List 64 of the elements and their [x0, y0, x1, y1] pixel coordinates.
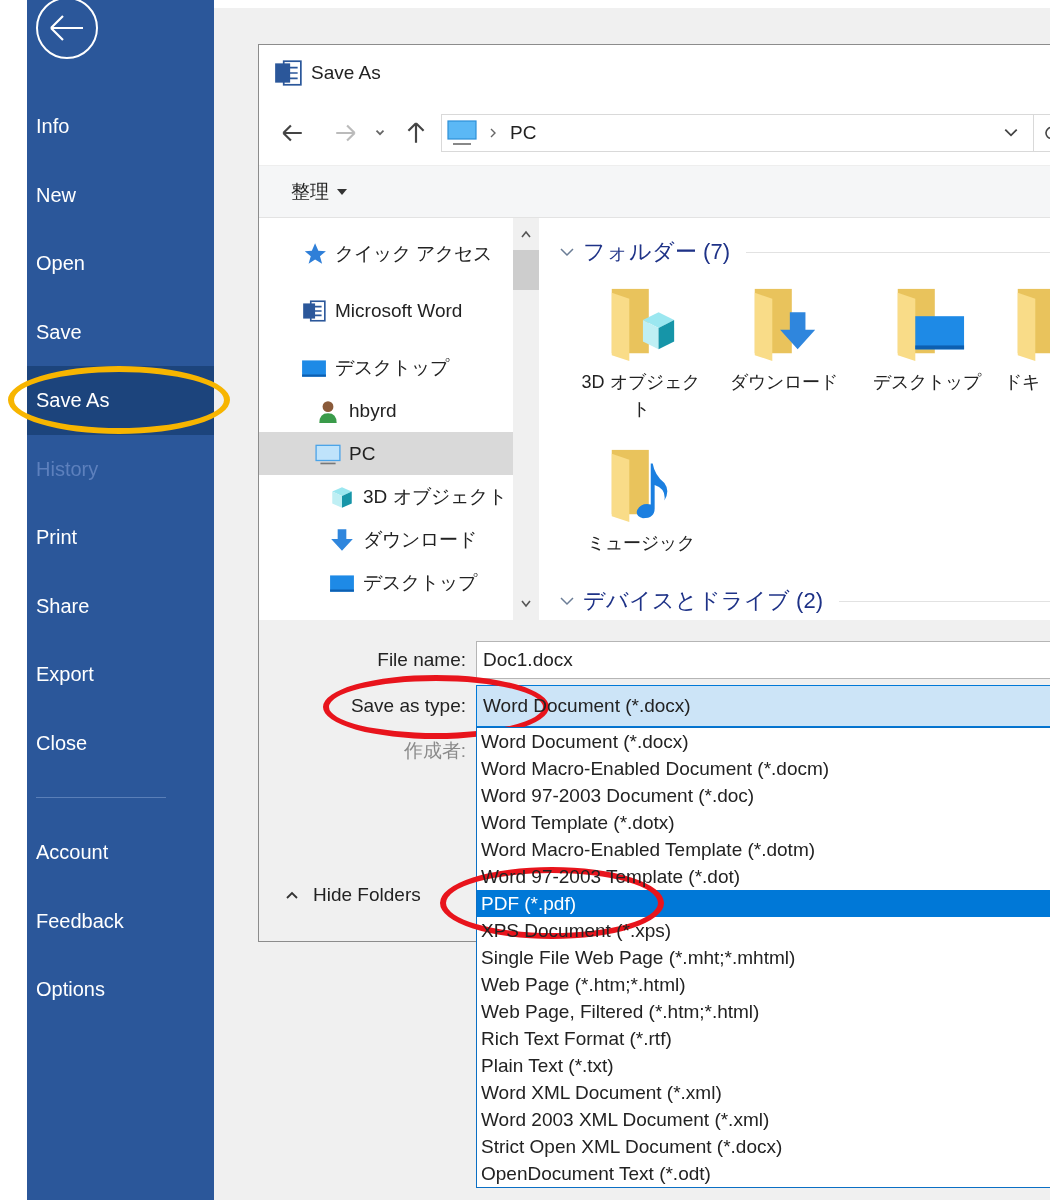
sidebar-item[interactable]: Info [27, 92, 214, 161]
folder-tree-item[interactable]: Microsoft Word [259, 289, 513, 332]
group-header: フォルダー (7) [583, 238, 730, 266]
sidebar-item[interactable]: New [27, 160, 214, 229]
file-type-option[interactable]: Word Document (*.docx) [477, 728, 1050, 755]
folder-tile[interactable]: デスクトップ [855, 272, 998, 433]
sidebar-item[interactable]: Share [27, 571, 214, 640]
folder-tree-item[interactable]: ダウンロード [259, 518, 513, 561]
dialog-title: Save As [311, 61, 381, 84]
file-type-option[interactable]: Word 97-2003 Document (*.doc) [477, 782, 1050, 809]
folder-tree-item[interactable]: クイック アクセス [259, 232, 513, 275]
dropdown-chevron-icon[interactable] [1003, 126, 1019, 139]
file-type-option[interactable]: Plain Text (*.txt) [477, 1052, 1050, 1079]
hide-folders-button[interactable]: Hide Folders [281, 882, 425, 908]
file-type-option[interactable]: Web Page (*.htm;*.html) [477, 971, 1050, 998]
caret-icon [337, 188, 347, 195]
folder-tree-item[interactable]: デスクトップ [259, 561, 513, 604]
sidebar-item[interactable]: Feedback [27, 886, 214, 955]
folder-tile[interactable]: ダウンロード [712, 272, 855, 433]
document-icon [273, 57, 303, 88]
file-type-option[interactable]: Word 2003 XML Document (*.xml) [477, 1106, 1050, 1133]
field-label: File name: [376, 649, 467, 671]
sidebar-item[interactable]: Options [27, 955, 214, 1024]
file-type-option[interactable]: Single File Web Page (*.mht;*.mhtml) [477, 944, 1050, 971]
scroll-down-icon[interactable] [520, 600, 532, 608]
field-label: Save as type: [349, 695, 467, 717]
file-type-option[interactable]: Web Page, Filtered (*.htm;*.html) [477, 998, 1050, 1025]
field-label: 作成者: [402, 738, 467, 763]
file-type-option[interactable]: OpenDocument Text (*.odt) [477, 1160, 1050, 1187]
address-bar[interactable]: PC [441, 113, 1050, 152]
document-icon [301, 297, 327, 324]
folder-tree-item[interactable]: デスクトップ [259, 346, 513, 389]
file-type-option[interactable]: Word XML Document (*.xml) [477, 1079, 1050, 1106]
file-type-option[interactable]: Strict Open XML Document (*.docx) [477, 1133, 1050, 1160]
scrollbar[interactable] [513, 218, 539, 620]
file-type-option[interactable]: PDF (*.pdf) [477, 890, 1050, 917]
file-type-option[interactable]: Word Macro-Enabled Document (*.docm) [477, 755, 1050, 782]
sidebar-item[interactable]: Close [27, 708, 214, 777]
sidebar-item[interactable]: Open [27, 229, 214, 298]
sidebar-item[interactable]: Account [27, 818, 214, 887]
monitor-icon [446, 118, 478, 147]
chevron-up-icon [285, 890, 299, 900]
organize-menu-button[interactable]: 整理 [283, 174, 355, 209]
collapse-chevron-icon[interactable] [559, 596, 575, 606]
group-header: デバイスとドライブ (2) [583, 587, 823, 615]
file-name-field[interactable]: Doc1.docx [476, 641, 1050, 679]
file-type-option[interactable]: Word Template (*.dotx) [477, 809, 1050, 836]
back-icon[interactable] [35, 0, 99, 60]
folder-tree-item[interactable]: hbyrd [259, 389, 513, 432]
scroll-up-icon[interactable] [520, 230, 532, 238]
folder-tile[interactable]: ドキ [998, 272, 1050, 433]
sidebar-item[interactable]: Export [27, 640, 214, 709]
download-arrow-icon [329, 526, 355, 553]
collapse-chevron-icon[interactable] [559, 247, 575, 257]
folder-tree-item[interactable]: 3D オブジェクト [259, 475, 513, 518]
folder-tile[interactable]: ミュージック [569, 433, 712, 567]
file-type-option[interactable]: Rich Text Format (*.rtf) [477, 1025, 1050, 1052]
scrollbar-thumb[interactable] [513, 250, 539, 290]
folder-tile[interactable]: 3D オブジェクト [569, 272, 712, 433]
folder-tree-item[interactable]: PC [259, 432, 513, 475]
sidebar-item[interactable]: Print [27, 503, 214, 572]
file-type-option[interactable]: Word Macro-Enabled Template (*.dotm) [477, 836, 1050, 863]
breadcrumb-chevron-icon [488, 126, 498, 139]
sidebar-item[interactable]: Save [27, 297, 214, 366]
